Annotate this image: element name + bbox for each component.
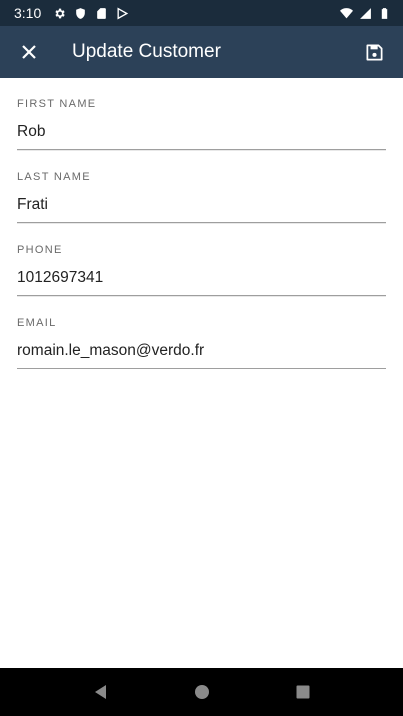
- last-name-field-group: LAST NAME: [17, 151, 386, 224]
- home-icon: [194, 685, 209, 699]
- settings-icon: [53, 7, 66, 20]
- customer-form: FIRST NAME LAST NAME PHONE EMAIL: [0, 78, 403, 370]
- back-icon: [94, 685, 106, 699]
- shield-icon: [74, 7, 87, 20]
- save-button[interactable]: [345, 26, 403, 78]
- phone-input[interactable]: [17, 264, 386, 296]
- home-button[interactable]: [178, 668, 226, 716]
- first-name-input[interactable]: [17, 118, 386, 150]
- app-bar: Update Customer: [0, 26, 403, 78]
- status-bar: 3:10: [0, 0, 403, 26]
- first-name-label: FIRST NAME: [17, 98, 97, 110]
- play-store-icon: [116, 6, 129, 20]
- close-icon: [22, 45, 36, 59]
- back-button[interactable]: [77, 668, 125, 716]
- close-button[interactable]: [0, 26, 58, 78]
- recents-button[interactable]: [279, 668, 327, 716]
- last-name-input[interactable]: [17, 191, 386, 223]
- signal-icon: [359, 7, 372, 20]
- first-name-field-group: FIRST NAME: [17, 78, 386, 151]
- email-field-group: EMAIL: [17, 297, 386, 370]
- last-name-label: LAST NAME: [17, 171, 91, 183]
- system-nav-bar: [0, 668, 403, 716]
- email-input[interactable]: [17, 337, 386, 369]
- wifi-icon: [340, 7, 353, 20]
- status-left: 3:10: [14, 5, 129, 21]
- save-icon: [366, 44, 382, 60]
- status-right: [340, 7, 391, 20]
- email-label: EMAIL: [17, 317, 57, 329]
- sd-card-icon: [95, 7, 108, 20]
- battery-icon: [378, 7, 391, 20]
- page-title: Update Customer: [72, 41, 221, 62]
- phone-field-group: PHONE: [17, 224, 386, 297]
- status-time: 3:10: [14, 5, 42, 21]
- phone-label: PHONE: [17, 244, 63, 256]
- recents-icon: [296, 685, 309, 699]
